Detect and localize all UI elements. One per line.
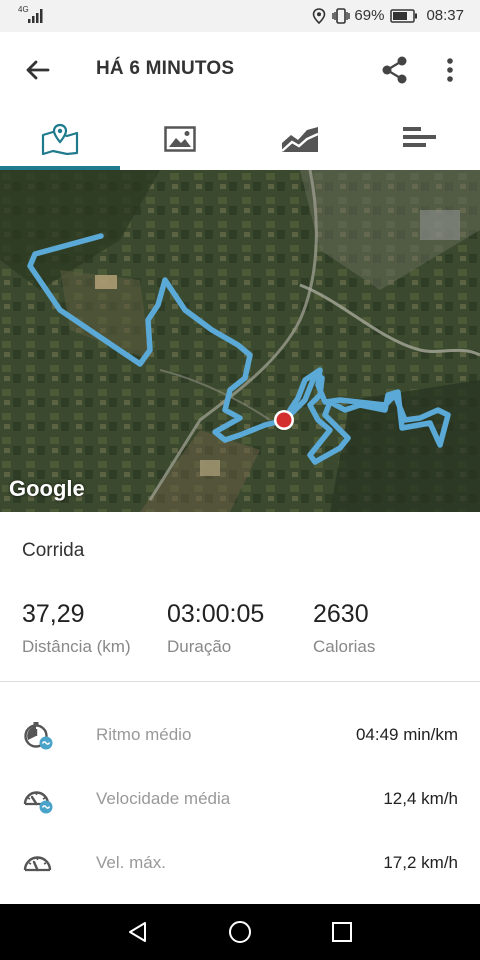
- nav-back-icon[interactable]: [126, 920, 150, 944]
- route-map[interactable]: Google: [0, 170, 480, 512]
- clock: 08:37: [426, 7, 464, 24]
- activity-type: Corrida: [22, 540, 85, 561]
- tab-charts[interactable]: [240, 108, 360, 170]
- vibrate-icon: [332, 7, 351, 24]
- stat-value: 2630: [313, 600, 369, 628]
- tab-map[interactable]: [0, 108, 120, 170]
- stat-calories: 2630 Calorias: [313, 600, 375, 657]
- stat-value: 37,29: [22, 600, 85, 628]
- signal-icon: [28, 9, 43, 23]
- detail-row-avg-pace: Ritmo médio 04:49 min/km: [0, 711, 480, 759]
- status-bar: 4G 69% 08:37: [0, 0, 480, 32]
- location-icon: [313, 7, 326, 24]
- divider: [0, 681, 480, 682]
- more-options-icon[interactable]: [440, 54, 460, 86]
- map-attribution: Google: [9, 476, 85, 501]
- battery-icon: [390, 8, 418, 23]
- route-path: [27, 233, 451, 465]
- app-bar: HÁ 6 MINUTOS: [0, 32, 480, 108]
- detail-value: 12,4 km/h: [383, 789, 458, 808]
- speedometer-icon: [23, 791, 53, 814]
- stat-label: Calorias: [313, 637, 376, 656]
- page-title: HÁ 6 MINUTOS: [96, 58, 235, 79]
- detail-label: Ritmo médio: [96, 725, 192, 744]
- max-speed-icon: [23, 856, 52, 872]
- share-icon[interactable]: [380, 54, 410, 86]
- detail-value: 17,2 km/h: [383, 853, 458, 872]
- tab-bar: [0, 108, 480, 170]
- nav-recents-icon[interactable]: [330, 920, 354, 944]
- tab-laps[interactable]: [360, 108, 480, 170]
- nav-home-icon[interactable]: [228, 920, 252, 944]
- detail-row-avg-speed: Velocidade média 12,4 km/h: [0, 775, 480, 823]
- area-chart-icon: [281, 127, 319, 152]
- stat-distance: 37,29 Distância (km): [22, 600, 131, 657]
- pace-timer-icon: [24, 722, 53, 750]
- map-icon: [41, 123, 79, 155]
- battery-percent: 69%: [354, 7, 385, 24]
- detail-row-max-speed: Vel. máx. 17,2 km/h: [0, 839, 480, 887]
- detail-value: 04:49 min/km: [355, 725, 458, 744]
- stat-duration: 03:00:05 Duração: [167, 600, 264, 657]
- bars-icon: [403, 127, 436, 147]
- system-navigation-bar: [0, 904, 480, 960]
- summary-stats: 37,29 Distância (km) 03:00:05 Duração 26…: [0, 600, 480, 670]
- stat-label: Distância (km): [22, 637, 131, 656]
- detail-label: Velocidade média: [96, 789, 231, 808]
- stat-label: Duração: [167, 637, 232, 656]
- stat-value: 03:00:05: [167, 600, 265, 628]
- back-arrow-icon[interactable]: [22, 54, 54, 86]
- detail-label: Vel. máx.: [96, 853, 166, 872]
- image-icon: [164, 126, 196, 152]
- tab-photos[interactable]: [120, 108, 240, 170]
